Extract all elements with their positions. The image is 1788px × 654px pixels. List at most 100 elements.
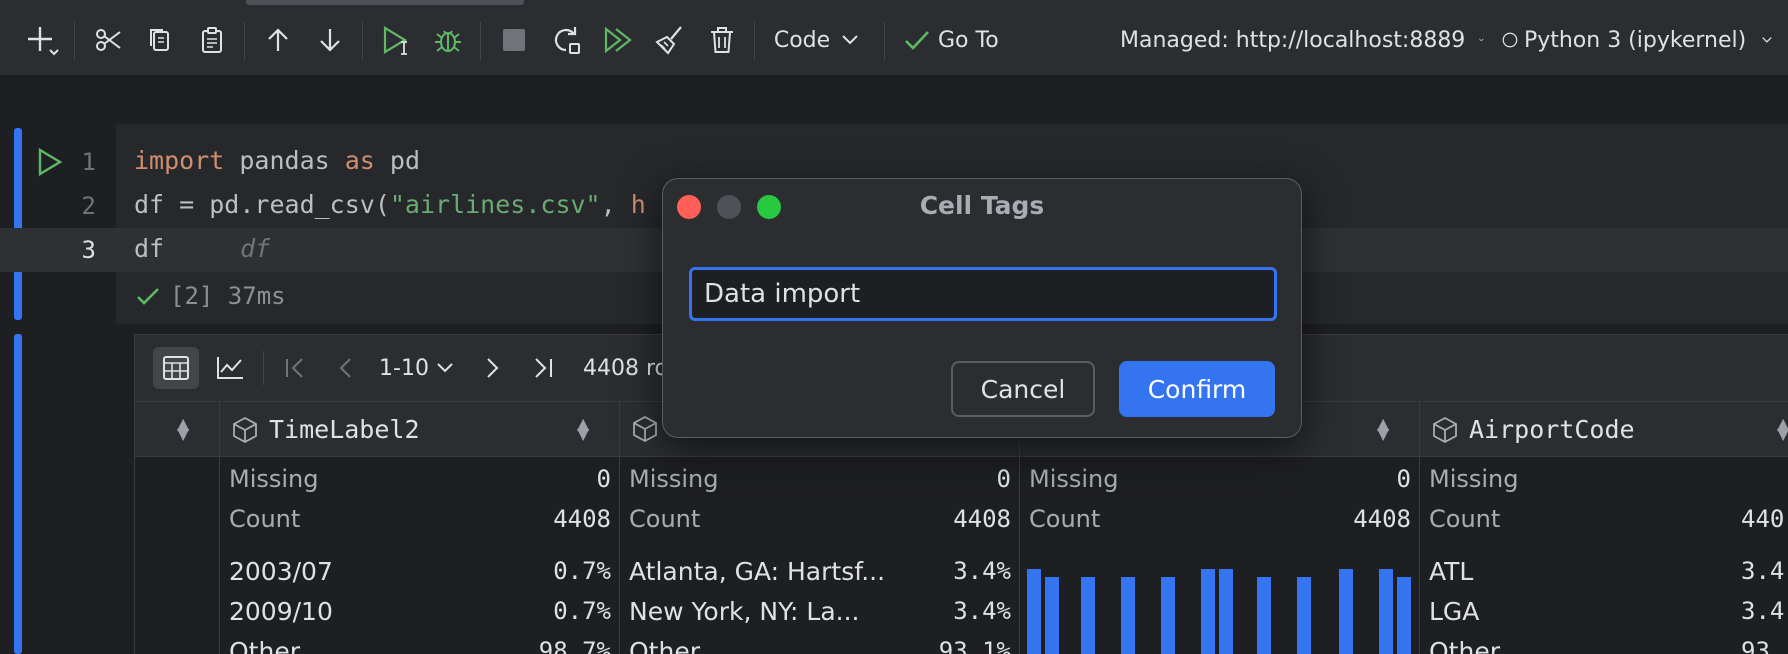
sort-toggle-icon[interactable]: ▲ ▼ — [1777, 416, 1788, 442]
toolbar-separator — [244, 22, 245, 60]
previous-page-button[interactable] — [325, 347, 365, 389]
top-value-label: Atlanta, GA: Hartsf... — [629, 557, 886, 586]
confirm-button[interactable]: Confirm — [1119, 361, 1275, 417]
cell-selection-bar[interactable] — [14, 128, 22, 320]
count-value: 4408 — [1353, 505, 1411, 533]
run-all-icon — [604, 26, 632, 54]
checkmark-icon — [137, 288, 159, 305]
page-range-dropdown[interactable]: 1-10 — [373, 347, 459, 389]
row-count: 4408 ro — [583, 347, 668, 389]
keyword: import — [134, 146, 225, 175]
count-label: Count — [629, 505, 701, 533]
chevron-left-icon — [339, 358, 351, 378]
column-header-airportcode[interactable]: AirportCode — [1431, 415, 1635, 444]
histogram-bar — [1339, 569, 1353, 654]
run-cell-button[interactable] — [374, 18, 418, 62]
move-cell-up-button[interactable] — [256, 18, 300, 62]
run-cursor-icon — [383, 26, 408, 55]
goto-button[interactable]: Go To — [904, 18, 1004, 62]
cell-type-label: Code — [773, 27, 831, 53]
other-pct: 93.1% — [938, 637, 1011, 654]
restart-kernel-button[interactable] — [544, 18, 588, 62]
add-cell-button[interactable] — [20, 18, 64, 62]
code-text: pandas — [224, 146, 345, 175]
first-page-button[interactable] — [275, 347, 315, 389]
server-label: Managed: http://localhost:8889 — [1120, 27, 1466, 53]
bug-icon — [435, 30, 461, 52]
cell-tags-input[interactable] — [689, 267, 1277, 321]
toolbar-separator — [362, 22, 363, 60]
missing-value: 0 — [596, 465, 611, 493]
sort-toggle-icon[interactable]: ▲ ▼ — [1377, 416, 1389, 442]
chart-view-button[interactable] — [207, 347, 253, 389]
top-value-pct: 3.4 — [1741, 597, 1785, 625]
clear-outputs-button[interactable] — [648, 18, 692, 62]
column-header-label: AirportCode — [1469, 415, 1635, 444]
plus-icon — [28, 27, 59, 56]
toolbar-separator — [263, 351, 264, 385]
toolbar-separator — [480, 22, 481, 60]
line-number: 3 — [81, 236, 96, 264]
sort-toggle-icon[interactable]: ▲ ▼ — [177, 416, 189, 442]
chevron-down-icon — [1479, 38, 1484, 42]
delete-cell-button[interactable] — [700, 18, 744, 62]
execution-count-time: [2] 37ms — [170, 282, 286, 310]
page-range: 1-10 — [379, 355, 429, 381]
cell-type-dropdown[interactable]: Code — [772, 18, 860, 62]
column-divider[interactable] — [219, 401, 220, 654]
dialog-title: Cell Tags — [919, 191, 1045, 220]
top-value-pct: 0.7% — [553, 597, 611, 625]
table-view-button[interactable] — [153, 347, 199, 389]
debug-cell-button[interactable] — [426, 18, 470, 62]
server-dropdown[interactable]: Managed: http://localhost:8889 — [1120, 18, 1484, 62]
next-page-button[interactable] — [473, 347, 513, 389]
other-label: Other — [1429, 637, 1500, 654]
copy-cell-button[interactable] — [138, 18, 182, 62]
top-value-label: LGA — [1429, 597, 1480, 626]
top-value-pct: 3.4% — [953, 557, 1011, 585]
move-cell-down-button[interactable] — [308, 18, 352, 62]
cut-cell-button[interactable] — [86, 18, 130, 62]
top-value-pct: 3.4% — [953, 597, 1011, 625]
count-value: 4408 — [553, 505, 611, 533]
interrupt-kernel-button[interactable] — [492, 18, 536, 62]
sort-toggle-icon[interactable]: ▲ ▼ — [577, 416, 589, 442]
histogram-bar — [1297, 577, 1311, 654]
keyword: as — [344, 146, 375, 175]
other-label: Other — [629, 637, 700, 654]
histogram-bar — [1027, 569, 1041, 654]
column-divider[interactable] — [1419, 401, 1420, 654]
count-value: 4408 — [953, 505, 1011, 533]
chevron-right-icon — [487, 358, 499, 378]
paste-cell-button[interactable] — [190, 18, 234, 62]
toolbar-separator — [754, 22, 755, 60]
column-divider[interactable] — [619, 401, 620, 654]
table-icon — [163, 356, 189, 380]
last-page-button[interactable] — [523, 347, 563, 389]
chevron-down-icon — [1762, 37, 1772, 43]
kernel-idle-circle-icon — [1502, 32, 1518, 48]
column-header-timelabel2[interactable]: TimeLabel2 — [231, 415, 420, 444]
arrow-up-icon — [268, 28, 288, 51]
run-all-button[interactable] — [596, 18, 640, 62]
horizontal-scrollbar[interactable] — [246, 0, 524, 5]
output-selection-bar[interactable] — [14, 334, 22, 654]
play-icon — [38, 147, 63, 177]
count-label: Count — [1429, 505, 1501, 533]
run-cell-gutter-button[interactable] — [36, 147, 64, 181]
histogram-bar — [1081, 577, 1095, 654]
code-line-1: import pandas as pd — [134, 146, 420, 175]
code-text: h — [630, 190, 646, 219]
count-label: Count — [1029, 505, 1101, 533]
kernel-dropdown[interactable]: Python 3 (ipykernel) — [1502, 18, 1772, 62]
histogram-bar — [1161, 577, 1175, 654]
code-text: df = pd.read_csv( — [134, 190, 390, 219]
cancel-button[interactable]: Cancel — [951, 361, 1095, 417]
line-chart-icon — [217, 357, 243, 379]
inline-hint: df — [240, 234, 271, 263]
histogram-bar — [1397, 577, 1411, 654]
top-value-label: ATL — [1429, 557, 1474, 586]
other-pct: 93 — [1741, 637, 1770, 654]
top-value-label: 2003/07 — [229, 557, 333, 586]
broom-icon — [655, 26, 682, 55]
